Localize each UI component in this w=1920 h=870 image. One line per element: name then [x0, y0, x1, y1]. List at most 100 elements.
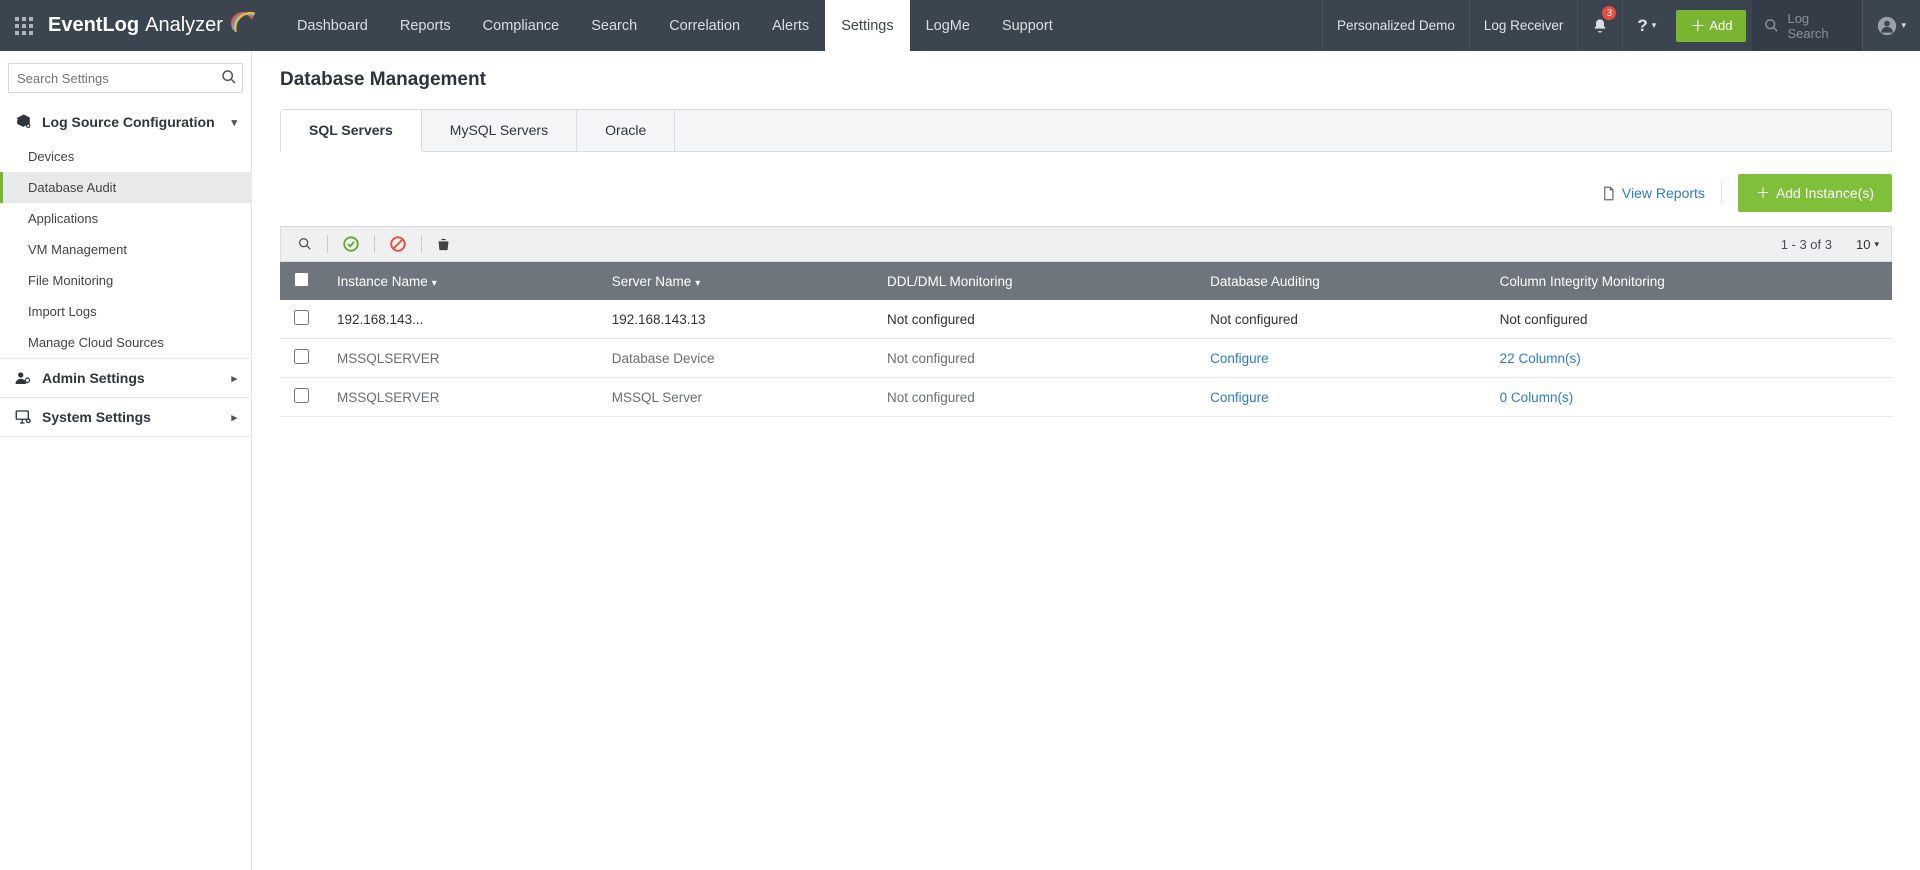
add-label: Add [1709, 18, 1732, 33]
nav-alerts[interactable]: Alerts [756, 0, 825, 51]
sidebar-item-database-audit[interactable]: Database Audit [0, 172, 251, 203]
cell-ddl: Not configured [873, 300, 1196, 339]
col-column-integrity-monitoring[interactable]: Column Integrity Monitoring [1486, 262, 1892, 300]
sort-icon: ▾ [432, 278, 437, 289]
sidebar-item-import-logs[interactable]: Import Logs [0, 296, 251, 327]
cell-server: Database Device [598, 339, 873, 378]
col-database-auditing[interactable]: Database Auditing [1196, 262, 1486, 300]
cell-cim-link[interactable]: 22 Column(s) [1500, 351, 1581, 366]
cell-instance: 192.168.143... [323, 300, 598, 339]
add-instance-button[interactable]: ＋ Add Instance(s) [1738, 174, 1892, 212]
table-row: MSSQLSERVERDatabase DeviceNot configured… [280, 339, 1892, 378]
logo-light: Analyzer [145, 14, 223, 37]
cell-instance: MSSQLSERVER [323, 339, 598, 378]
nav-logme[interactable]: LogMe [910, 0, 986, 51]
col-server-name[interactable]: Server Name▾ [598, 262, 873, 300]
cell-cim[interactable]: 22 Column(s) [1486, 339, 1892, 378]
add-button[interactable]: ＋ Add [1676, 10, 1746, 42]
disable-icon[interactable] [385, 233, 411, 255]
row-checkbox[interactable] [294, 388, 309, 403]
main-content: Database Management SQL ServersMySQL Ser… [252, 51, 1920, 870]
search-settings-input[interactable] [8, 63, 243, 93]
chevron-right-icon: ▸ [231, 411, 237, 424]
panel-actions: View Reports ＋ Add Instance(s) [280, 152, 1892, 226]
topbar-right: Personalized Demo Log Receiver 3 ? ▾ ＋ A… [1322, 0, 1920, 51]
document-icon [1601, 186, 1616, 201]
sidebar-item-vm-management[interactable]: VM Management [0, 234, 251, 265]
sidebar-section-admin-settings[interactable]: Admin Settings▸ [0, 359, 251, 397]
section-icon [14, 113, 32, 131]
add-instance-label: Add Instance(s) [1776, 185, 1874, 201]
per-page-value: 10 [1856, 237, 1870, 252]
cell-instance: MSSQLSERVER [323, 378, 598, 417]
section-title: Admin Settings [42, 370, 145, 386]
logo-swoosh-icon [229, 7, 255, 33]
sidebar-item-applications[interactable]: Applications [0, 203, 251, 234]
settings-sidebar: Log Source Configuration ▾ DevicesDatabase… [0, 51, 252, 870]
section-icon [14, 369, 32, 387]
topbar: EventLog Analyzer DashboardReportsCompli… [0, 0, 1920, 51]
cell-audit[interactable]: Configure [1196, 378, 1486, 417]
log-receiver-link[interactable]: Log Receiver [1469, 0, 1578, 51]
col-instance-name[interactable]: Instance Name▾ [323, 262, 598, 300]
enable-icon[interactable] [338, 233, 364, 255]
sidebar-item-manage-cloud-sources[interactable]: Manage Cloud Sources [0, 327, 251, 358]
nav-compliance[interactable]: Compliance [467, 0, 576, 51]
cell-cim[interactable]: 0 Column(s) [1486, 378, 1892, 417]
chevron-down-icon: ▾ [1901, 20, 1906, 31]
search-icon[interactable] [221, 69, 237, 85]
main-nav: DashboardReportsComplianceSearchCorrelat… [281, 0, 1069, 51]
delete-icon[interactable] [432, 235, 455, 254]
table-row: 192.168.143...192.168.143.13Not configur… [280, 300, 1892, 339]
sidebar-section-system-settings[interactable]: System Settings ▸ [0, 398, 251, 436]
chevron-down-icon: ▾ [231, 116, 237, 129]
logo-bold: EventLog [48, 14, 139, 37]
cell-audit-link[interactable]: Configure [1210, 351, 1269, 366]
sidebar-section-log-source-configuration[interactable]: Log Source Configuration ▾ [0, 103, 251, 141]
row-checkbox[interactable] [294, 310, 309, 325]
nav-settings[interactable]: Settings [825, 0, 909, 51]
nav-reports[interactable]: Reports [384, 0, 467, 51]
nav-correlation[interactable]: Correlation [653, 0, 756, 51]
cell-server: 192.168.143.13 [598, 300, 873, 339]
sidebar-item-file-monitoring[interactable]: File Monitoring [0, 265, 251, 296]
row-checkbox[interactable] [294, 349, 309, 364]
db-tab-mysql-servers[interactable]: MySQL Servers [422, 110, 577, 151]
db-tab-sql-servers[interactable]: SQL Servers [281, 110, 422, 152]
separator [421, 235, 422, 253]
user-avatar-icon [1877, 16, 1897, 36]
sidebar-item-devices[interactable]: Devices [0, 141, 251, 172]
bell-icon [1592, 18, 1608, 34]
separator [374, 235, 375, 253]
filter-search-icon[interactable] [293, 234, 317, 254]
nav-search[interactable]: Search [575, 0, 653, 51]
per-page-selector[interactable]: 10 ▾ [1856, 237, 1879, 252]
product-logo[interactable]: EventLog Analyzer [48, 0, 281, 51]
separator [1721, 182, 1722, 204]
search-icon [1764, 18, 1779, 33]
db-tab-oracle[interactable]: Oracle [577, 110, 675, 151]
cell-audit-link[interactable]: Configure [1210, 390, 1269, 405]
nav-dashboard[interactable]: Dashboard [281, 0, 384, 51]
alerts-badge: 3 [1602, 6, 1616, 20]
view-reports-link[interactable]: View Reports [1601, 185, 1705, 201]
log-search-placeholder: Log Search [1787, 11, 1850, 41]
alerts-bell[interactable]: 3 [1577, 0, 1622, 51]
cell-cim-link[interactable]: 0 Column(s) [1500, 390, 1574, 405]
cell-audit: Not configured [1196, 300, 1486, 339]
personalized-demo-link[interactable]: Personalized Demo [1322, 0, 1469, 51]
section-title: Log Source Configuration [42, 114, 215, 130]
pagination-info: 1 - 3 of 3 [1781, 237, 1832, 252]
select-all-checkbox[interactable] [294, 272, 309, 287]
apps-grid-icon[interactable] [0, 0, 48, 51]
cell-audit[interactable]: Configure [1196, 339, 1486, 378]
nav-support[interactable]: Support [986, 0, 1069, 51]
cell-cim: Not configured [1486, 300, 1892, 339]
col-ddl-dml-monitoring[interactable]: DDL/DML Monitoring [873, 262, 1196, 300]
section-title: System Settings [42, 409, 151, 425]
log-search[interactable]: Log Search [1752, 0, 1862, 51]
help-menu[interactable]: ? ▾ [1622, 0, 1670, 51]
user-menu[interactable]: ▾ [1862, 0, 1920, 51]
plus-icon: ＋ [1690, 15, 1705, 36]
section-icon [14, 408, 32, 426]
